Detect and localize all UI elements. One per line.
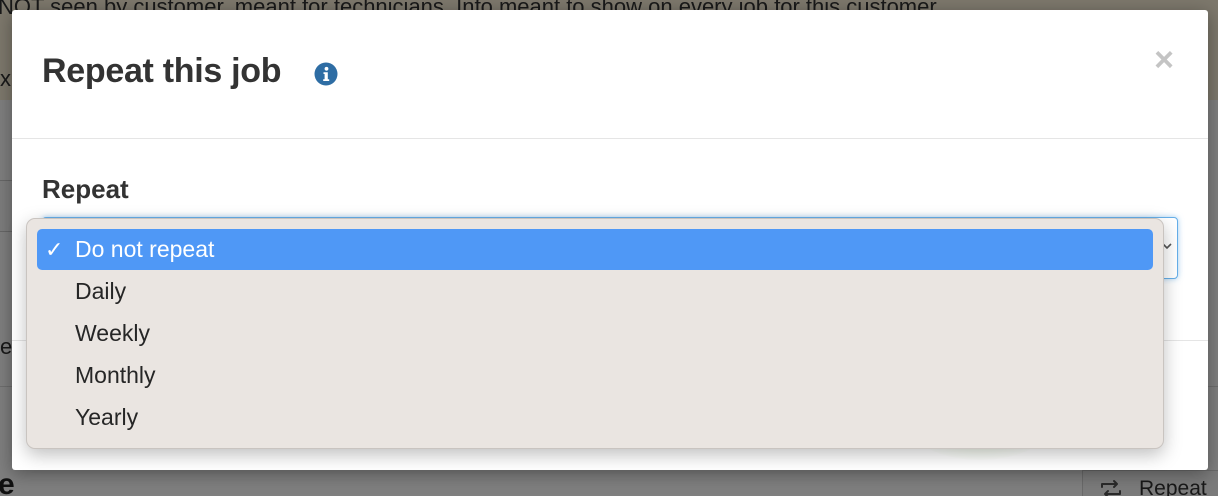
option-weekly[interactable]: Weekly [37,313,1153,354]
info-circle-icon[interactable] [314,62,338,86]
repeat-options-dropdown: ✓ Do not repeat Daily Weekly Monthly Yea… [26,218,1164,449]
option-label: Monthly [75,362,156,388]
modal-title: Repeat this job [42,52,282,90]
option-do-not-repeat[interactable]: ✓ Do not repeat [37,229,1153,270]
close-button[interactable]: × [1148,40,1180,80]
option-label: Do not repeat [75,236,215,262]
modal-header: Repeat this job × [12,10,1208,139]
option-monthly[interactable]: Monthly [37,355,1153,396]
checkmark-icon: ✓ [45,237,64,262]
option-label: Daily [75,278,127,304]
option-label: Weekly [75,320,150,346]
option-label: Yearly [75,404,139,430]
repeat-field-label: Repeat [42,174,129,204]
option-yearly[interactable]: Yearly [37,397,1153,438]
option-daily[interactable]: Daily [37,271,1153,312]
